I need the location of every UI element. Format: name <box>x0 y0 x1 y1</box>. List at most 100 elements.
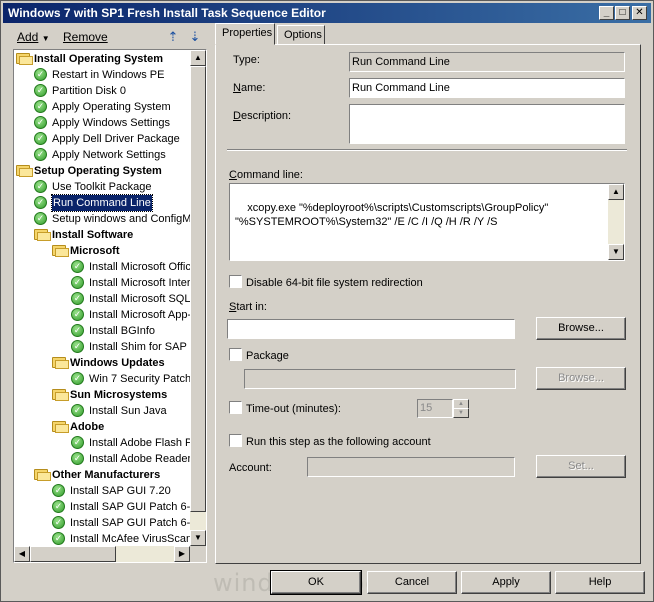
tree-step[interactable]: ✓ Install Adobe Reader <box>71 451 190 467</box>
description-label: Description: <box>233 110 292 122</box>
tree-step[interactable]: ✓ Install SAP GUI Patch 6-2 <box>52 515 190 531</box>
command-scroll-down-icon[interactable]: ▼ <box>608 244 624 260</box>
tree-step[interactable]: ✓ Run Command Line <box>34 194 153 212</box>
package-checkbox[interactable] <box>229 348 242 361</box>
checkmark-icon: ✓ <box>71 404 84 417</box>
tab-properties[interactable]: Properties <box>215 23 275 45</box>
ok-button[interactable]: OK <box>270 570 362 595</box>
tree-step[interactable]: ✓ Apply Windows Settings <box>34 115 170 131</box>
checkmark-icon: ✓ <box>71 372 84 385</box>
type-field: Run Command Line <box>349 52 625 72</box>
tree-step[interactable]: ✓ Install Microsoft Office <box>71 259 190 275</box>
scroll-thumb-horizontal[interactable] <box>30 546 116 562</box>
scroll-down-icon[interactable]: ▼ <box>190 530 206 546</box>
description-input[interactable] <box>349 104 625 144</box>
checkmark-icon: ✓ <box>52 484 65 497</box>
spin-down-icon[interactable]: ▼ <box>453 408 469 418</box>
tree-step[interactable]: ✓ Setup windows and ConfigMgr <box>34 211 190 227</box>
name-label: Name: <box>233 82 266 94</box>
tree-step[interactable]: ✓ Win 7 Security Patches <box>71 371 190 387</box>
tree-item-label: Setup Operating System <box>34 165 162 177</box>
name-input[interactable]: Run Command Line <box>349 78 625 98</box>
tree-item-label: Adobe <box>70 421 105 433</box>
command-line-scrollbar[interactable]: ▲ ▼ <box>608 184 624 260</box>
tree-items: Install Operating System ✓ Restart in Wind… <box>14 50 190 546</box>
title-bar: Windows 7 with SP1 Fresh Install Task Se… <box>3 3 651 23</box>
tree-step[interactable]: ✓ Apply Dell Driver Package <box>34 131 180 147</box>
folder-icon <box>52 357 69 369</box>
tree-step[interactable]: ✓ Install Microsoft Internet <box>71 275 190 291</box>
tree-item-label: Run Command Line <box>51 194 153 212</box>
tree-group[interactable]: Setup Operating System <box>16 163 162 179</box>
tree-step[interactable]: ✓ Install Microsoft SQL <box>71 291 190 307</box>
tree-group[interactable]: Install Operating System <box>16 51 163 67</box>
remove-button[interactable]: Remove <box>63 29 108 45</box>
tree-group[interactable]: Windows Updates <box>52 355 165 371</box>
browse-start-in-button[interactable]: Browse... <box>536 317 626 340</box>
tree-group[interactable]: Install Software <box>34 227 133 243</box>
tree-step[interactable]: ✓ Install Microsoft App-V <box>71 307 190 323</box>
tree-group[interactable]: Other Manufacturers <box>34 467 160 483</box>
tree-item-label: Install Software <box>52 229 134 241</box>
close-icon[interactable]: ✕ <box>632 6 647 20</box>
tree-step[interactable]: ✓ Restart in Windows PE <box>34 67 164 83</box>
command-line-text: xcopy.exe "%deployroot%\scripts\Customsc… <box>235 202 552 228</box>
minimize-icon[interactable]: _ <box>599 6 614 20</box>
timeout-checkbox[interactable] <box>229 401 242 414</box>
browse-package-button[interactable]: Browse... <box>536 367 626 390</box>
checkmark-icon: ✓ <box>71 292 84 305</box>
scroll-thumb[interactable] <box>190 66 206 512</box>
tree-step[interactable]: ✓ Install SAP GUI 7.20 <box>52 483 171 499</box>
tree-step[interactable]: ✓ Use Toolkit Package <box>34 179 151 195</box>
tree-step[interactable]: ✓ Install Adobe Flash Player <box>71 435 190 451</box>
tree-group[interactable]: Sun Microsystems <box>52 387 167 403</box>
task-sequence-editor-window: Windows 7 with SP1 Fresh Install Task Se… <box>0 0 654 602</box>
run-as-account-label: Run this step as the following account <box>246 436 431 448</box>
scroll-up-icon[interactable]: ▲ <box>190 50 206 66</box>
tree-vertical-scrollbar[interactable]: ▲ ▼ <box>190 50 206 546</box>
move-up-icon[interactable]: ⇡ <box>165 29 181 45</box>
folder-icon <box>34 229 51 241</box>
tree-item-label: Install Operating System <box>34 53 163 65</box>
tree-item-label: Partition Disk 0 <box>52 85 126 97</box>
tree-group[interactable]: Microsoft <box>52 243 120 259</box>
move-down-icon[interactable]: ⇣ <box>187 29 203 45</box>
tree-horizontal-scrollbar[interactable]: ◀ ▶ <box>14 546 190 562</box>
command-line-input[interactable]: xcopy.exe "%deployroot%\scripts\Customsc… <box>229 183 625 261</box>
tree-step[interactable]: ✓ Apply Operating System <box>34 99 171 115</box>
start-in-input[interactable] <box>227 319 515 339</box>
tree-item-label: Install SAP GUI Patch 6-1 <box>70 501 190 513</box>
tree-step[interactable]: ✓ Apply Network Settings <box>34 147 166 163</box>
tree-step[interactable]: ✓ Install Sun Java <box>71 403 167 419</box>
tree-item-label: Install Microsoft SQL <box>89 293 190 305</box>
add-button[interactable]: Add ▼ <box>17 29 50 45</box>
tree-item-label: Install Microsoft Office <box>89 261 190 273</box>
task-sequence-tree[interactable]: Install Operating System ✓ Restart in Wind… <box>13 49 207 563</box>
help-button[interactable]: Help <box>555 571 645 594</box>
tree-step[interactable]: ✓ Install Shim for SAP GUI <box>71 339 190 355</box>
apply-button[interactable]: Apply <box>461 571 551 594</box>
add-label: Add <box>17 30 39 44</box>
tree-item-label: Install SAP GUI 7.20 <box>70 485 171 497</box>
tree-step[interactable]: ✓ Install SAP GUI Patch 6-1 <box>52 499 190 515</box>
window-title: Windows 7 with SP1 Fresh Install Task Se… <box>8 6 326 20</box>
timeout-spinner[interactable]: 15 ▲ ▼ <box>417 399 469 418</box>
maximize-icon[interactable]: □ <box>615 6 630 20</box>
tab-options[interactable]: Options <box>277 25 325 45</box>
start-in-label: Start in: <box>229 301 267 313</box>
set-account-button[interactable]: Set... <box>536 455 626 478</box>
command-scroll-up-icon[interactable]: ▲ <box>608 184 624 200</box>
tree-item-label: Restart in Windows PE <box>52 69 165 81</box>
run-as-account-checkbox[interactable] <box>229 434 242 447</box>
account-label: Account: <box>229 462 272 474</box>
checkmark-icon: ✓ <box>34 68 47 81</box>
tree-group[interactable]: Adobe <box>52 419 104 435</box>
disable-64bit-checkbox[interactable] <box>229 275 242 288</box>
tree-item-label: Install Sun Java <box>89 405 167 417</box>
cancel-button[interactable]: Cancel <box>367 571 457 594</box>
scroll-right-icon[interactable]: ▶ <box>174 546 190 562</box>
tree-step[interactable]: ✓ Partition Disk 0 <box>34 83 126 99</box>
tree-step[interactable]: ✓ Install BGInfo <box>71 323 155 339</box>
scroll-left-icon[interactable]: ◀ <box>14 546 30 562</box>
tree-step[interactable]: ✓ Install McAfee VirusScan <box>52 531 190 546</box>
